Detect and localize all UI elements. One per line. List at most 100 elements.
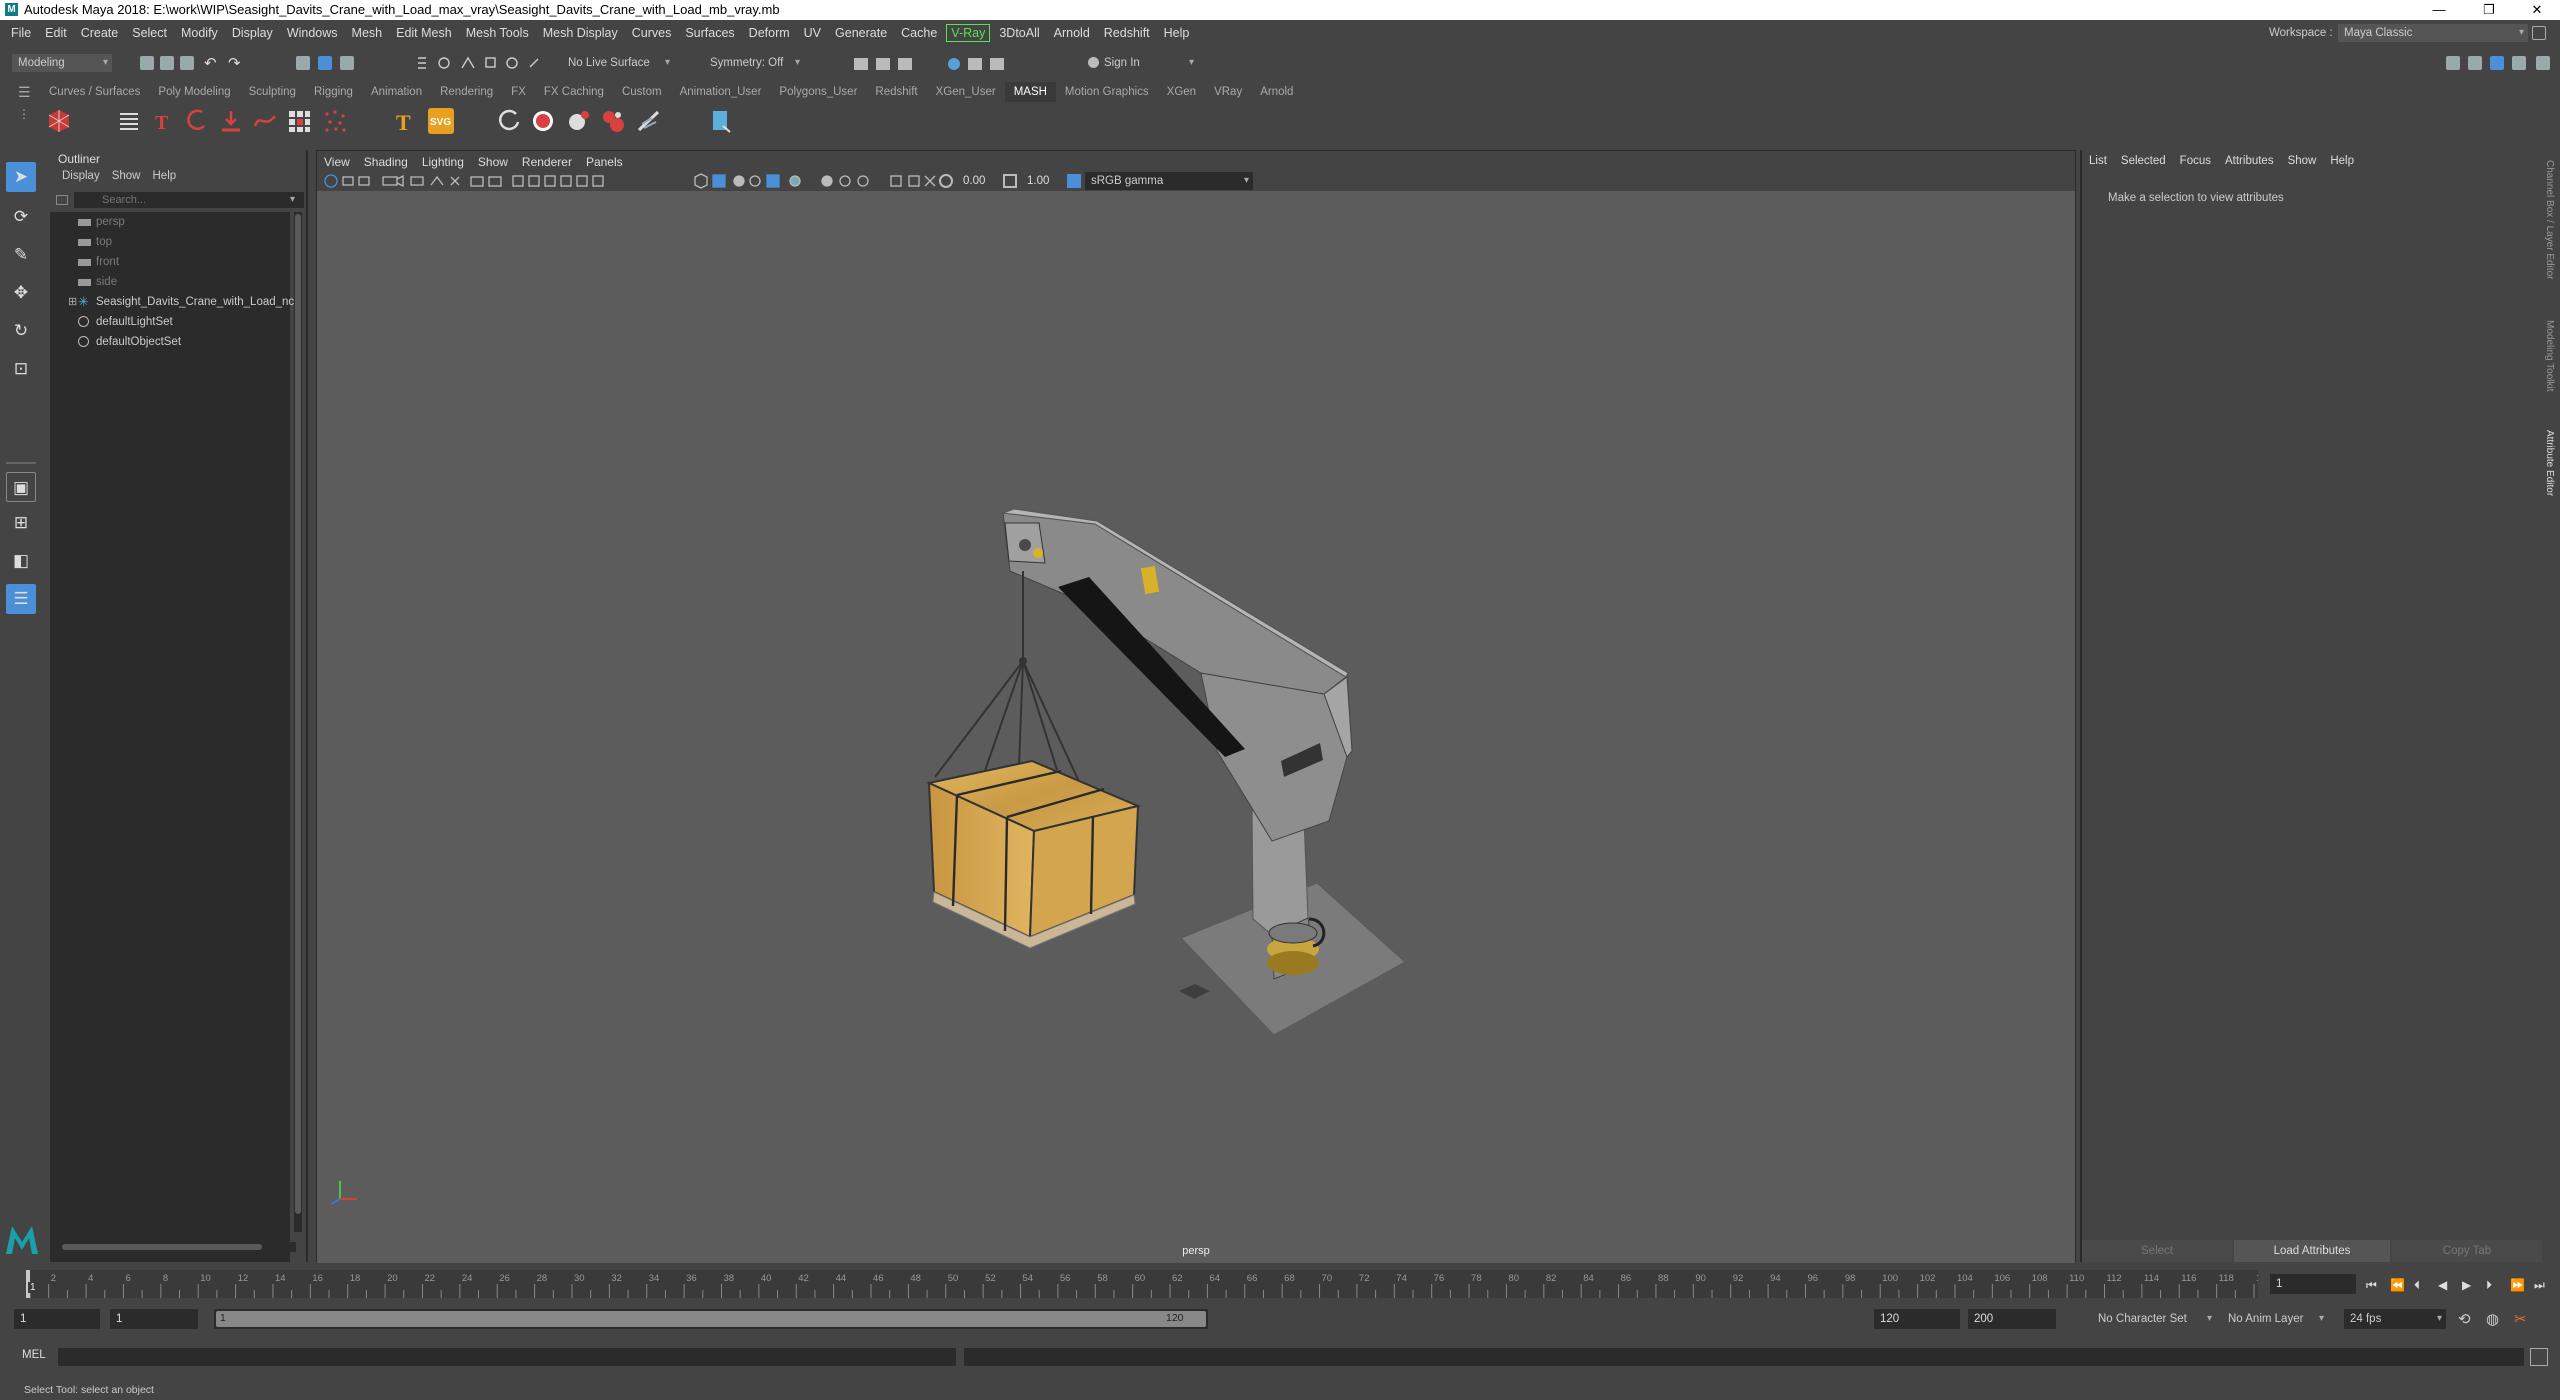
mash-drop-icon[interactable] [218, 108, 244, 134]
shelf-tab-poly-modeling[interactable]: Poly Modeling [149, 82, 239, 102]
playback-end-field[interactable]: 120 [1874, 1309, 1960, 1329]
rotate-tool-icon[interactable]: ↻ [6, 316, 36, 346]
undo-icon[interactable]: ↶ [204, 54, 217, 72]
loop-icon[interactable]: ⟲ [2458, 1310, 2471, 1328]
menu-mesh-tools[interactable]: Mesh Tools [459, 22, 536, 44]
shelf-tab-custom[interactable]: Custom [613, 82, 671, 102]
workspace-lock-icon[interactable] [2532, 26, 2546, 40]
go-to-start-icon[interactable]: ⏮ [2366, 1278, 2377, 1293]
attribute-menu-selected[interactable]: Selected [2114, 152, 2173, 170]
shelf-tab-polygons-user[interactable]: Polygons_User [770, 82, 866, 102]
gamma-field[interactable]: 1.00 [1021, 172, 1061, 190]
attribute-menu-focus[interactable]: Focus [2173, 152, 2218, 170]
mash-trail-icon[interactable] [252, 108, 278, 134]
outliner-menu-help[interactable]: Help [147, 170, 183, 182]
outliner-item[interactable]: side [50, 272, 290, 292]
color-space-dropdown[interactable]: sRGB gamma [1085, 172, 1253, 190]
menu-3dtoall[interactable]: 3DtoAll [992, 22, 1046, 44]
play-backward-icon[interactable]: ◀ [2438, 1278, 2447, 1292]
shelf-tab-xgen[interactable]: XGen [1158, 82, 1205, 102]
playback-start-field[interactable]: 1 [110, 1309, 198, 1329]
scene-start-field[interactable]: 1 [14, 1309, 100, 1329]
menu-mesh-display[interactable]: Mesh Display [536, 22, 625, 44]
scene-end-field[interactable]: 200 [1968, 1309, 2056, 1329]
shelf-tab-curves-surfaces[interactable]: Curves / Surfaces [40, 82, 149, 102]
mash-outliner-icon[interactable] [116, 108, 142, 134]
outliner-vertical-scrollbar[interactable] [294, 212, 302, 1232]
viewport-menu-panels[interactable]: Panels [579, 151, 630, 173]
menu-vray[interactable]: V-Ray [946, 24, 991, 42]
workspace-dropdown[interactable]: Maya Classic [2338, 24, 2528, 42]
attribute-menu-attributes[interactable]: Attributes [2218, 152, 2281, 170]
restore-button[interactable]: ❐ [2466, 0, 2512, 20]
single-view-layout-icon[interactable]: ▣ [6, 472, 36, 502]
playback-prefs-icon[interactable]: ✂ [2514, 1310, 2527, 1328]
outliner-menu-display[interactable]: Display [56, 170, 106, 182]
character-set-dropdown[interactable]: No Character Set [2092, 1309, 2216, 1329]
save-scene-icon[interactable] [180, 56, 194, 70]
attribute-menu-show[interactable]: Show [2281, 152, 2324, 170]
shelf-tab-mash[interactable]: MASH [1004, 82, 1056, 102]
redo-icon[interactable]: ↷ [228, 54, 241, 72]
menu-mesh[interactable]: Mesh [345, 22, 390, 44]
menu-cache[interactable]: Cache [894, 22, 944, 44]
copy-tab-button[interactable]: Copy Tab [2392, 1240, 2542, 1262]
shelf-tab-animation-user[interactable]: Animation_User [671, 82, 771, 102]
mash-dynamics-icon[interactable] [530, 108, 556, 134]
mash-network-icon[interactable] [46, 108, 72, 134]
snap-icons-group[interactable] [414, 54, 554, 72]
outliner-item[interactable]: persp [50, 212, 290, 232]
viewport-menu-lighting[interactable]: Lighting [415, 151, 471, 173]
menu-deform[interactable]: Deform [742, 22, 797, 44]
mash-placer-icon[interactable] [636, 108, 662, 134]
minimize-button[interactable]: — [2416, 0, 2462, 20]
range-slider-handle[interactable] [216, 1311, 1206, 1327]
shelf-tab-rigging[interactable]: Rigging [305, 82, 362, 102]
shelf-tab-xgen-user[interactable]: XGen_User [927, 82, 1005, 102]
outliner-horizontal-scrollbar[interactable] [56, 1242, 296, 1252]
menu-select[interactable]: Select [125, 22, 174, 44]
step-back-frame-icon[interactable]: ⏴ [2414, 1278, 2420, 1293]
move-tool-icon[interactable]: ✥ [6, 278, 36, 308]
auto-key-icon[interactable]: ◍ [2486, 1310, 2499, 1328]
menu-file[interactable]: File [4, 22, 38, 44]
outliner-item[interactable]: defaultLightSet [50, 312, 290, 332]
menu-surfaces[interactable]: Surfaces [678, 22, 741, 44]
mash-blend-icon[interactable] [496, 108, 522, 134]
shelf-tab-animation[interactable]: Animation [362, 82, 431, 102]
menu-redshift[interactable]: Redshift [1097, 22, 1157, 44]
toggle-channel-box-icon[interactable] [2490, 56, 2504, 70]
anim-layer-dropdown[interactable]: No Anim Layer [2222, 1309, 2328, 1329]
scale-tool-icon[interactable]: ⊡ [6, 354, 36, 384]
menu-display[interactable]: Display [225, 22, 280, 44]
menu-arnold[interactable]: Arnold [1047, 22, 1097, 44]
step-forward-key-icon[interactable]: ⏩ [2510, 1278, 2525, 1292]
shelf-options-icon[interactable]: ⋮ [18, 107, 30, 139]
mash-repro-icon[interactable] [708, 108, 734, 134]
shelf-tab-vray[interactable]: VRay [1205, 82, 1251, 102]
script-editor-icon[interactable] [2530, 1348, 2548, 1366]
shelf-tab-arnold[interactable]: Arnold [1251, 82, 1302, 102]
time-ruler[interactable]: 2 4 6 8 10 12 14 16 18 20 22 24 26 28 30 32 34 36 38 40 42 44… [26, 1270, 2258, 1298]
mash-points-icon[interactable] [322, 108, 348, 134]
shelf-tab-motion-graphics[interactable]: Motion Graphics [1056, 82, 1158, 102]
viewport-menu-renderer[interactable]: Renderer [515, 151, 579, 173]
go-to-end-icon[interactable]: ⏭ [2534, 1278, 2545, 1293]
outliner-layout-icon[interactable]: ☰ [6, 584, 36, 614]
menu-help[interactable]: Help [1157, 22, 1197, 44]
menu-generate[interactable]: Generate [828, 22, 894, 44]
live-surface-dropdown[interactable]: No Live Surface [562, 54, 674, 72]
menu-set-dropdown[interactable]: Modeling [12, 54, 112, 72]
attribute-menu-help[interactable]: Help [2323, 152, 2361, 170]
select-objects-icon[interactable] [318, 56, 332, 70]
viewport-shading-icons[interactable] [691, 173, 941, 189]
menu-windows[interactable]: Windows [280, 22, 345, 44]
shelf-tab-redshift[interactable]: Redshift [866, 82, 926, 102]
menu-edit[interactable]: Edit [38, 22, 74, 44]
expand-icon[interactable]: ⊞ [68, 292, 77, 312]
viewport-camera-icons[interactable] [323, 173, 643, 189]
toggle-attribute-editor-icon[interactable] [2468, 56, 2482, 70]
shelf-tab-sculpting[interactable]: Sculpting [240, 82, 305, 102]
step-forward-frame-icon[interactable]: ⏵ [2486, 1278, 2492, 1293]
outliner-item[interactable]: ⊞ ✳ Seasight_Davits_Crane_with_Load_nc [50, 292, 294, 312]
